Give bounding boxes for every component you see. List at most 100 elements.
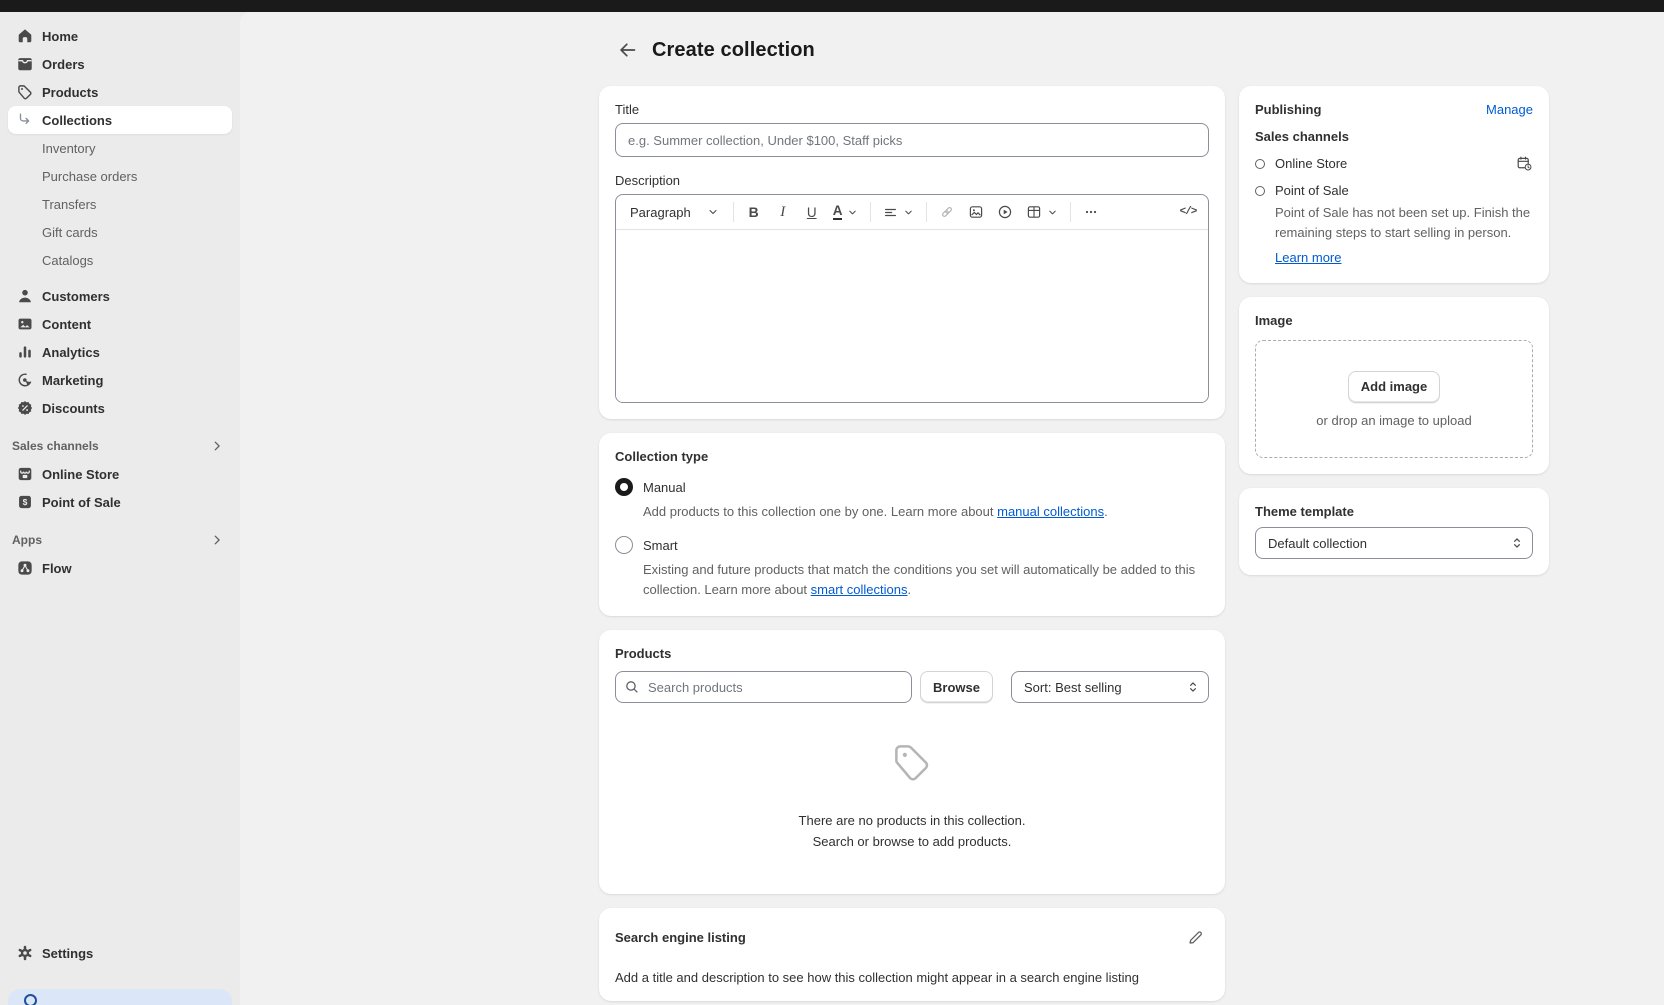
table-button[interactable] [1020,198,1064,226]
sidebar-item-marketing[interactable]: Marketing [8,366,232,394]
title-input[interactable] [615,123,1209,157]
sidebar-item-settings[interactable]: Settings [8,939,232,967]
sidebar-item-label: Catalogs [42,253,93,268]
main-content: Create collection Title Description Para… [240,12,1664,1005]
chevron-right-icon [210,439,224,453]
sidebar-item-label: Orders [42,57,85,72]
search-icon [624,679,640,695]
sidebar-item-label: Discounts [42,401,105,416]
sidebar-item-gift-cards[interactable]: Gift cards [8,218,232,246]
sidebar-item-orders[interactable]: Orders [8,50,232,78]
sidebar-item-inventory[interactable]: Inventory [8,134,232,162]
manual-radio-label: Manual [643,480,686,495]
page-layout: Title Description Paragraph B I U [599,86,1664,1001]
svg-text:$: $ [23,497,28,507]
publishing-card: Publishing Manage Sales channels Online … [1239,86,1549,283]
theme-template-select[interactable]: Default collection [1255,527,1533,559]
description-editor: Paragraph B I U A [615,194,1209,403]
toolbar-divider [1070,202,1071,222]
sidebar-item-catalogs[interactable]: Catalogs [8,246,232,274]
dots-horizontal-icon [1083,204,1099,220]
manual-radio[interactable] [615,478,633,496]
browse-button[interactable]: Browse [920,671,993,703]
updown-chevron-icon [1186,680,1200,694]
sidebar-bottom-banner[interactable] [8,989,232,1005]
description-textarea[interactable] [616,230,1208,402]
seo-card: Search engine listing Add a title and de… [599,908,1225,1001]
show-html-button[interactable]: </> [1174,198,1202,226]
sidebar-item-collections[interactable]: Collections [8,106,232,134]
sort-select-value: Sort: Best selling [1024,680,1122,695]
italic-button[interactable]: I [769,198,797,226]
sidebar-item-flow[interactable]: Flow [8,554,232,582]
sidebar-item-discounts[interactable]: Discounts [8,394,232,422]
sidebar-item-label: Customers [42,289,110,304]
sidebar-item-label: Collections [42,113,112,128]
sidebar-section-apps[interactable]: Apps [8,526,232,554]
manage-link[interactable]: Manage [1486,102,1533,117]
analytics-icon [16,343,34,361]
page-title: Create collection [652,39,815,62]
link-button[interactable] [933,198,961,226]
customers-icon [16,287,34,305]
section-label: Apps [12,533,42,547]
sidebar-footer: Settings [0,939,240,1005]
products-card: Products Browse Sort: Best selling [599,630,1225,893]
marketing-icon [16,371,34,389]
tag-icon [16,83,34,101]
text-color-button[interactable]: A [827,198,865,226]
underline-button[interactable]: U [798,198,826,226]
more-options-button[interactable] [1077,198,1105,226]
sort-select[interactable]: Sort: Best selling [1011,671,1209,703]
bold-button[interactable]: B [740,198,768,226]
products-empty-state: There are no products in this collection… [615,703,1209,877]
chevron-down-icon [1047,207,1058,218]
seo-header: Search engine listing [615,924,1209,952]
search-products-input[interactable] [615,671,912,703]
smart-radio-label: Smart [643,538,678,553]
sidebar-item-products[interactable]: Products [8,78,232,106]
sidebar-item-point-of-sale[interactable]: $ Point of Sale [8,488,232,516]
manual-collections-link[interactable]: manual collections [997,504,1104,519]
image-dropzone[interactable]: Add image or drop an image to upload [1255,340,1533,458]
sidebar-item-purchase-orders[interactable]: Purchase orders [8,162,232,190]
align-left-icon [883,205,898,220]
editor-toolbar: Paragraph B I U A [616,195,1208,230]
insert-image-button[interactable] [962,198,990,226]
manual-radio-row[interactable]: Manual [615,478,1209,496]
paragraph-style-dropdown[interactable]: Paragraph [622,198,727,226]
sidebar-item-label: Content [42,317,91,332]
back-button[interactable] [614,36,642,64]
sidebar-item-home[interactable]: Home [8,22,232,50]
home-icon [16,27,34,45]
sidebar-item-label: Settings [42,946,93,961]
sidebar-item-transfers[interactable]: Transfers [8,190,232,218]
empty-line-2: Search or browse to add products. [615,832,1209,852]
sidebar-item-label: Point of Sale [42,495,121,510]
calendar-clock-icon[interactable] [1516,155,1533,172]
learn-more-link[interactable]: Learn more [1275,250,1341,265]
smart-collections-link[interactable]: smart collections [811,582,908,597]
edit-seo-button[interactable] [1181,924,1209,952]
chevron-right-icon [210,533,224,547]
toolbar-divider [926,202,927,222]
channel-label: Point of Sale [1275,183,1349,198]
add-image-button[interactable]: Add image [1348,371,1440,403]
smart-radio-row[interactable]: Smart [615,536,1209,554]
sidebar-section-sales-channels[interactable]: Sales channels [8,432,232,460]
channel-row-point-of-sale: Point of Sale [1255,183,1533,198]
title-description-card: Title Description Paragraph B I U [599,86,1225,419]
sidebar-item-label: Products [42,85,98,100]
sidebar-item-content[interactable]: Content [8,310,232,338]
sidebar-item-analytics[interactable]: Analytics [8,338,232,366]
sidebar-item-label: Flow [42,561,72,576]
smart-radio[interactable] [615,536,633,554]
top-bar [0,0,1664,12]
products-heading: Products [615,646,1209,661]
empty-line-1: There are no products in this collection… [615,811,1209,831]
sidebar-item-customers[interactable]: Customers [8,282,232,310]
point-of-sale-icon: $ [16,493,34,511]
insert-video-button[interactable] [991,198,1019,226]
alignment-button[interactable] [877,198,920,226]
sidebar-item-online-store[interactable]: Online Store [8,460,232,488]
